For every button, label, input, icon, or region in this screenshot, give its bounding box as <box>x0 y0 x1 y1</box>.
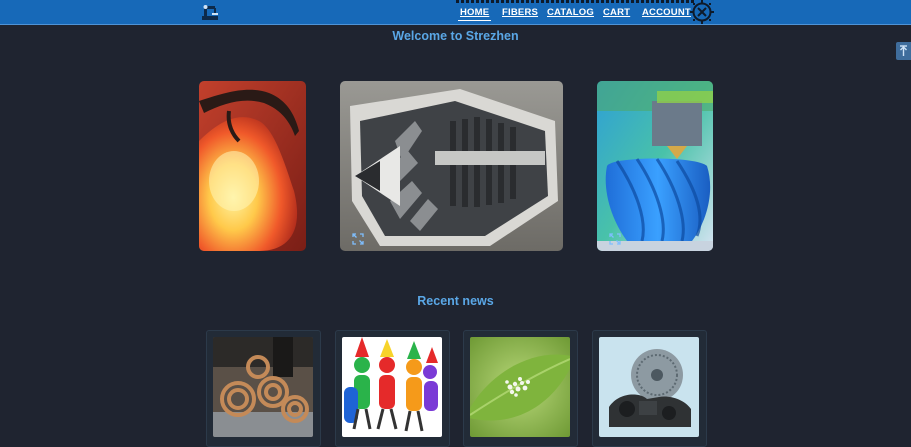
carousel-slide-lamp[interactable] <box>199 81 306 251</box>
news-thumbnail <box>342 337 442 437</box>
nav-catalog-link[interactable]: CATALOG <box>547 7 594 18</box>
nav-decoration <box>456 0 694 3</box>
recent-news-title: Recent news <box>417 294 494 308</box>
expand-arrows-icon[interactable] <box>609 233 621 245</box>
expand-arrows-icon[interactable] <box>352 233 364 245</box>
top-navbar: HOME FIBERS CATALOG CART ACCOUNT <box>0 0 911 25</box>
carousel-slide-printer[interactable] <box>597 81 713 251</box>
news-card[interactable] <box>206 330 321 447</box>
arrow-up-icon[interactable] <box>896 42 911 60</box>
welcome-title: Welcome to Strezhen <box>392 29 519 43</box>
robot-arm-logo-icon[interactable] <box>201 3 219 21</box>
carousel-slide-turbine[interactable] <box>340 81 563 251</box>
news-thumbnail <box>213 337 313 437</box>
news-card[interactable] <box>335 330 450 447</box>
nav-fibers-link[interactable]: FIBERS <box>502 7 538 18</box>
news-card[interactable] <box>592 330 707 447</box>
nav-account-link[interactable]: ACCOUNT <box>642 7 691 18</box>
news-thumbnail <box>599 337 699 437</box>
nav-cart-link[interactable]: CART <box>603 7 630 18</box>
nav-home-link[interactable]: HOME <box>457 7 492 21</box>
news-thumbnail <box>470 337 570 437</box>
gear-icon[interactable] <box>690 0 714 24</box>
news-card[interactable] <box>463 330 578 447</box>
